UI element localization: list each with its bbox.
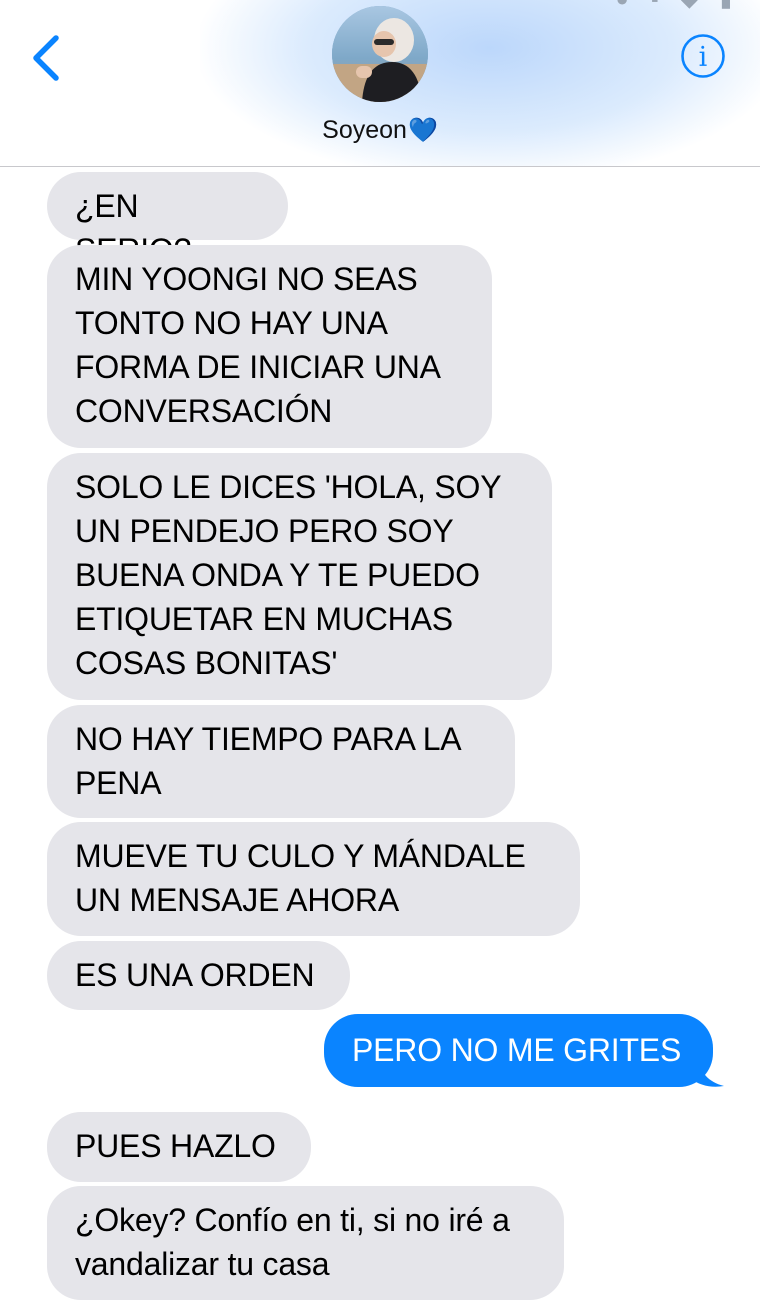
message-bubble-incoming[interactable]: PUES HAZLO [47, 1112, 311, 1182]
contact-avatar[interactable] [332, 6, 428, 102]
message-bubble-incoming[interactable]: SOLO LE DICES 'HOLA, SOY UN PENDEJO PERO… [47, 453, 552, 700]
contact-name-text: Soyeon [322, 116, 407, 144]
blue-heart-emoji: 💙 [407, 117, 438, 144]
message-bubble-incoming[interactable]: ¿Okey? Confío en ti, si no iré a vandali… [47, 1186, 564, 1300]
message-bubble-incoming[interactable]: MUEVE TU CULO Y MÁNDALE UN MENSAJE AHORA [47, 822, 580, 936]
message-bubble-incoming[interactable]: ¿EN SERIO? [47, 172, 288, 268]
svg-text:i: i [699, 42, 708, 73]
info-icon[interactable]: i [680, 33, 726, 79]
message-bubble-incoming[interactable]: NO HAY TIEMPO PARA LA PENA [47, 705, 515, 818]
message-bubble-outgoing[interactable]: PERO NO ME GRITES [324, 1014, 713, 1087]
message-bubble-incoming[interactable]: ES UNA ORDEN [47, 941, 350, 1010]
status-bar: ● ▪ ◆ ▮ [616, 0, 740, 12]
message-bubble-incoming[interactable]: MIN YOONGI NO SEAS TONTO NO HAY UNA FORM… [47, 245, 492, 448]
avatar-image [332, 6, 428, 102]
chevron-left-icon[interactable] [26, 30, 70, 86]
contact-name[interactable]: Soyeon💙 [0, 116, 760, 145]
conversation-header: ● ▪ ◆ ▮ Soyeon💙 i [0, 0, 760, 167]
